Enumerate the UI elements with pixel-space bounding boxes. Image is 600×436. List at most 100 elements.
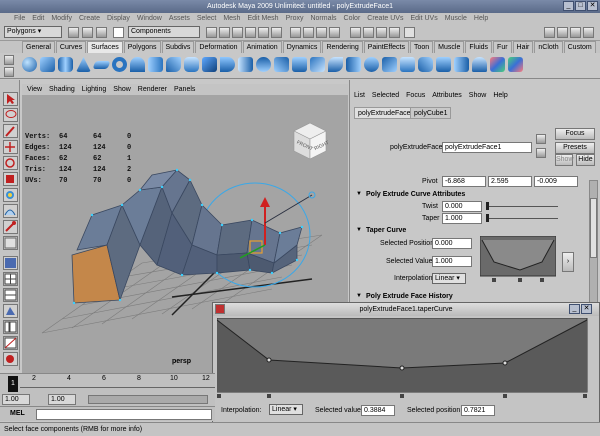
layout-uv-editor-icon[interactable]	[3, 336, 18, 350]
trim-icon[interactable]	[328, 57, 343, 72]
revolve-icon[interactable]	[130, 57, 145, 72]
current-frame-marker[interactable]: 1	[8, 376, 18, 392]
bevel-plus-icon[interactable]	[274, 57, 289, 72]
tab-polyextrudeface1[interactable]: polyExtrudeFace1	[354, 107, 419, 119]
ae-menu-list[interactable]: List	[354, 90, 365, 101]
mask-icon-2[interactable]	[219, 27, 230, 38]
section-curve-attributes[interactable]: Poly Extrude Curve Attributes	[354, 189, 586, 200]
universal-manipulator-icon[interactable]	[3, 188, 18, 202]
shelf-menu-icon[interactable]	[4, 55, 14, 65]
soft-modification-icon[interactable]	[3, 204, 18, 218]
move-tool-icon[interactable]	[3, 140, 18, 154]
open-close-icon[interactable]	[418, 57, 433, 72]
menu-display[interactable]: Display	[107, 13, 130, 24]
shelf-tab-general[interactable]: General	[22, 41, 55, 53]
shelf-tab-muscle[interactable]: Muscle	[434, 41, 465, 53]
graph-interpolation-dropdown[interactable]: Linear ▾	[269, 404, 303, 415]
interpolation-dropdown[interactable]: Linear ▾	[432, 273, 466, 284]
extrude-icon[interactable]	[184, 57, 199, 72]
snap-curve-icon[interactable]	[303, 27, 314, 38]
layout-persp-graph-icon[interactable]	[3, 288, 18, 302]
layout-hypershade-icon[interactable]	[3, 304, 18, 318]
attribute-editor-toggle-icon[interactable]	[544, 27, 555, 38]
taper-field[interactable]: 1.000	[442, 213, 482, 224]
twist-slider-handle[interactable]	[486, 202, 489, 210]
channel-box-toggle-icon[interactable]	[570, 27, 581, 38]
nurbs-torus-icon[interactable]	[112, 57, 127, 72]
shelf-tab-painteffects[interactable]: PaintEffects	[363, 41, 409, 53]
selection-mode-dropdown[interactable]: Components	[128, 26, 200, 38]
menu-proxy[interactable]: Proxy	[286, 13, 304, 24]
square-icon[interactable]	[238, 57, 253, 72]
save-scene-icon[interactable]	[96, 27, 107, 38]
nurbs-cylinder-icon[interactable]	[58, 57, 73, 72]
menu-edit-uvs[interactable]: Edit UVs	[410, 13, 437, 24]
twist-field[interactable]: 0.000	[442, 201, 482, 212]
mask-icon-4[interactable]	[245, 27, 256, 38]
shelf-tab-toon[interactable]: Toon	[409, 41, 434, 53]
nurbs-sphere-icon[interactable]	[22, 57, 37, 72]
close-button[interactable]: ✕	[587, 1, 598, 11]
mel-input[interactable]	[36, 409, 212, 420]
select-mode-icon[interactable]	[113, 27, 124, 38]
viewport-menu-renderer[interactable]: Renderer	[138, 84, 167, 95]
menu-color[interactable]: Color	[344, 13, 361, 24]
shelf-tab-animation[interactable]: Animation	[242, 41, 282, 53]
ae-menu-attributes[interactable]: Attributes	[432, 90, 462, 101]
input-line-icon[interactable]	[404, 27, 415, 38]
taper-curve-graph[interactable]	[217, 318, 597, 400]
node-name-field[interactable]: polyExtrudeFace1	[442, 142, 532, 153]
reverse-icon[interactable]	[508, 57, 523, 72]
graph-selected-value-field[interactable]: 0.3884	[361, 405, 395, 416]
last-tool-icon[interactable]	[3, 236, 18, 250]
selected-value-field[interactable]: 1.000	[432, 256, 472, 267]
viewport-menu-view[interactable]: View	[27, 84, 42, 95]
shelf-tab-custom[interactable]: Custom	[563, 41, 596, 53]
layout-script-icon[interactable]	[3, 352, 18, 366]
ae-menu-show[interactable]: Show	[469, 90, 487, 101]
focus-button[interactable]: Focus	[555, 128, 595, 140]
paint-select-tool-icon[interactable]	[3, 124, 18, 138]
minimize-button[interactable]: _	[563, 1, 574, 11]
rotate-tool-icon[interactable]	[3, 156, 18, 170]
viewport-menu-shading[interactable]: Shading	[49, 84, 75, 95]
shelf-tab-hair[interactable]: Hair	[512, 41, 534, 53]
loft-icon[interactable]	[148, 57, 163, 72]
insert-isoparm-icon[interactable]	[436, 57, 451, 72]
new-scene-icon[interactable]	[68, 27, 79, 38]
mask-icon-6[interactable]	[271, 27, 282, 38]
intersect-icon[interactable]	[292, 57, 307, 72]
ae-menu-help[interactable]: Help	[493, 90, 507, 101]
ae-menu-focus[interactable]: Focus	[406, 90, 425, 101]
mask-icon-5[interactable]	[258, 27, 269, 38]
untrim-icon[interactable]	[346, 57, 361, 72]
taper-slider-handle[interactable]	[486, 214, 489, 222]
range-end-field[interactable]: 1.00	[48, 394, 76, 405]
taper-curve-ramp[interactable]	[480, 236, 556, 284]
viewport-menu-lighting[interactable]: Lighting	[82, 84, 107, 95]
layout-outliner-icon[interactable]	[3, 320, 18, 334]
menu-create[interactable]: Create	[79, 13, 100, 24]
shelf-tab-subdivs[interactable]: Subdivs	[161, 41, 195, 53]
time-slider[interactable]: 1 2 4 6 8 10 12	[0, 373, 215, 393]
menu-muscle[interactable]: Muscle	[445, 13, 467, 24]
mask-icon-3[interactable]	[232, 27, 243, 38]
menu-file[interactable]: File	[14, 13, 25, 24]
render-settings-icon[interactable]	[389, 27, 400, 38]
selected-position-field[interactable]: 0.000	[432, 238, 472, 249]
menu-edit[interactable]: Edit	[32, 13, 44, 24]
menu-modify[interactable]: Modify	[51, 13, 72, 24]
expand-ramp-button[interactable]: ›	[562, 252, 574, 272]
menuset-dropdown[interactable]: Polygons ▾	[4, 26, 62, 38]
graph-minimize-button[interactable]: _	[569, 304, 580, 314]
select-tool-icon[interactable]	[3, 92, 18, 106]
render-icon[interactable]	[363, 27, 374, 38]
twist-slider[interactable]	[486, 206, 558, 207]
viewport-menu-panels[interactable]: Panels	[174, 84, 195, 95]
graph-selected-position-field[interactable]: 0.7821	[461, 405, 495, 416]
open-scene-icon[interactable]	[82, 27, 93, 38]
range-start-field[interactable]: 1.00	[2, 394, 30, 405]
align-icon[interactable]	[400, 57, 415, 72]
shelf-tab-surfaces[interactable]: Surfaces	[87, 41, 123, 53]
shelf-tab-fur[interactable]: Fur	[493, 41, 512, 53]
